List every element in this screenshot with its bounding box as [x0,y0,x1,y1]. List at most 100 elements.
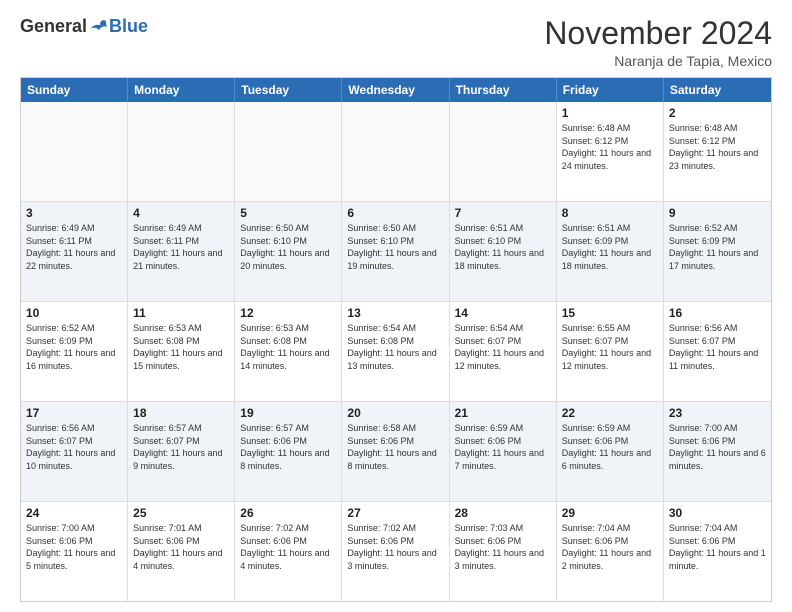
cal-cell-0-1 [128,102,235,201]
cal-cell-1-3: 6 Sunrise: 6:50 AMSunset: 6:10 PMDaylight… [342,202,449,301]
day-info: Sunrise: 6:51 AMSunset: 6:09 PMDaylight:… [562,222,658,272]
day-info: Sunrise: 6:50 AMSunset: 6:10 PMDaylight:… [347,222,443,272]
day-info: Sunrise: 6:54 AMSunset: 6:07 PMDaylight:… [455,322,551,372]
cal-cell-3-0: 17 Sunrise: 6:56 AMSunset: 6:07 PMDayligh… [21,402,128,501]
calendar-row-0: 1 Sunrise: 6:48 AMSunset: 6:12 PMDaylight… [21,102,771,202]
cal-cell-2-6: 16Sunrise: 6:56 AMSunset: 6:07 PMDayligh… [664,302,771,401]
header-day-friday: Friday [557,78,664,102]
day-number: 29 [562,506,658,520]
day-number: 19 [240,406,336,420]
day-number: 4 [133,206,229,220]
cal-cell-3-5: 22 Sunrise: 6:59 AMSunset: 6:06 PMDayligh… [557,402,664,501]
cal-cell-1-6: 9Sunrise: 6:52 AMSunset: 6:09 PMDaylight… [664,202,771,301]
day-info: Sunrise: 7:01 AMSunset: 6:06 PMDaylight:… [133,522,229,572]
day-number: 22 [562,406,658,420]
day-info: Sunrise: 6:48 AMSunset: 6:12 PMDaylight:… [562,122,658,172]
day-info: Sunrise: 6:54 AMSunset: 6:08 PMDaylight:… [347,322,443,372]
day-number: 24 [26,506,122,520]
cal-cell-1-1: 4 Sunrise: 6:49 AMSunset: 6:11 PMDaylight… [128,202,235,301]
cal-cell-1-2: 5 Sunrise: 6:50 AMSunset: 6:10 PMDaylight… [235,202,342,301]
cal-cell-4-3: 27 Sunrise: 7:02 AMSunset: 6:06 PMDayligh… [342,502,449,601]
calendar: SundayMondayTuesdayWednesdayThursdayFrid… [20,77,772,602]
header-day-tuesday: Tuesday [235,78,342,102]
day-info: Sunrise: 6:52 AMSunset: 6:09 PMDaylight:… [669,222,766,272]
title-section: November 2024 Naranja de Tapia, Mexico [544,16,772,69]
calendar-body: 1 Sunrise: 6:48 AMSunset: 6:12 PMDaylight… [21,102,771,601]
day-number: 20 [347,406,443,420]
calendar-header: SundayMondayTuesdayWednesdayThursdayFrid… [21,78,771,102]
logo: General Blue [20,16,148,37]
calendar-row-1: 3 Sunrise: 6:49 AMSunset: 6:11 PMDaylight… [21,202,771,302]
day-number: 6 [347,206,443,220]
cal-cell-4-5: 29 Sunrise: 7:04 AMSunset: 6:06 PMDayligh… [557,502,664,601]
header-day-monday: Monday [128,78,235,102]
cal-cell-4-1: 25Sunrise: 7:01 AMSunset: 6:06 PMDayligh… [128,502,235,601]
month-title: November 2024 [544,16,772,51]
cal-cell-2-3: 13Sunrise: 6:54 AMSunset: 6:08 PMDayligh… [342,302,449,401]
cal-cell-3-1: 18 Sunrise: 6:57 AMSunset: 6:07 PMDayligh… [128,402,235,501]
day-number: 8 [562,206,658,220]
logo-bird-icon [89,19,109,35]
day-info: Sunrise: 7:00 AMSunset: 6:06 PMDaylight:… [669,422,766,472]
day-number: 10 [26,306,122,320]
day-number: 30 [669,506,766,520]
day-info: Sunrise: 6:53 AMSunset: 6:08 PMDaylight:… [240,322,336,372]
cal-cell-4-4: 28 Sunrise: 7:03 AMSunset: 6:06 PMDayligh… [450,502,557,601]
cal-cell-2-1: 11Sunrise: 6:53 AMSunset: 6:08 PMDayligh… [128,302,235,401]
day-info: Sunrise: 6:56 AMSunset: 6:07 PMDaylight:… [26,422,122,472]
cal-cell-2-0: 10Sunrise: 6:52 AMSunset: 6:09 PMDayligh… [21,302,128,401]
calendar-row-2: 10Sunrise: 6:52 AMSunset: 6:09 PMDayligh… [21,302,771,402]
day-info: Sunrise: 7:04 AMSunset: 6:06 PMDaylight:… [562,522,658,572]
day-number: 5 [240,206,336,220]
header-day-wednesday: Wednesday [342,78,449,102]
cal-cell-2-5: 15 Sunrise: 6:55 AMSunset: 6:07 PMDayligh… [557,302,664,401]
cal-cell-1-5: 8 Sunrise: 6:51 AMSunset: 6:09 PMDaylight… [557,202,664,301]
day-info: Sunrise: 7:04 AMSunset: 6:06 PMDaylight:… [669,522,766,572]
cal-cell-3-2: 19 Sunrise: 6:57 AMSunset: 6:06 PMDayligh… [235,402,342,501]
day-number: 18 [133,406,229,420]
day-number: 23 [669,406,766,420]
cal-cell-0-3 [342,102,449,201]
cal-cell-4-0: 24 Sunrise: 7:00 AMSunset: 6:06 PMDayligh… [21,502,128,601]
day-number: 1 [562,106,658,120]
day-number: 15 [562,306,658,320]
cal-cell-0-0 [21,102,128,201]
day-info: Sunrise: 6:48 AMSunset: 6:12 PMDaylight:… [669,122,766,172]
header-day-saturday: Saturday [664,78,771,102]
day-number: 12 [240,306,336,320]
cal-cell-0-2 [235,102,342,201]
day-number: 16 [669,306,766,320]
day-number: 28 [455,506,551,520]
page: General Blue November 2024 Naranja de Ta… [0,0,792,612]
cal-cell-2-4: 14Sunrise: 6:54 AMSunset: 6:07 PMDayligh… [450,302,557,401]
day-info: Sunrise: 7:02 AMSunset: 6:06 PMDaylight:… [347,522,443,572]
day-info: Sunrise: 6:50 AMSunset: 6:10 PMDaylight:… [240,222,336,272]
header-day-sunday: Sunday [21,78,128,102]
day-info: Sunrise: 6:57 AMSunset: 6:06 PMDaylight:… [240,422,336,472]
day-info: Sunrise: 6:59 AMSunset: 6:06 PMDaylight:… [562,422,658,472]
calendar-row-4: 24 Sunrise: 7:00 AMSunset: 6:06 PMDayligh… [21,502,771,601]
day-info: Sunrise: 7:00 AMSunset: 6:06 PMDaylight:… [26,522,122,572]
day-number: 7 [455,206,551,220]
day-number: 26 [240,506,336,520]
cal-cell-4-6: 30 Sunrise: 7:04 AMSunset: 6:06 PMDayligh… [664,502,771,601]
cal-cell-2-2: 12 Sunrise: 6:53 AMSunset: 6:08 PMDayligh… [235,302,342,401]
day-info: Sunrise: 7:02 AMSunset: 6:06 PMDaylight:… [240,522,336,572]
day-number: 3 [26,206,122,220]
cal-cell-1-4: 7Sunrise: 6:51 AMSunset: 6:10 PMDaylight… [450,202,557,301]
day-info: Sunrise: 6:49 AMSunset: 6:11 PMDaylight:… [133,222,229,272]
day-info: Sunrise: 6:55 AMSunset: 6:07 PMDaylight:… [562,322,658,372]
day-number: 17 [26,406,122,420]
logo-general-text: General [20,16,87,37]
location: Naranja de Tapia, Mexico [544,53,772,69]
cal-cell-3-6: 23 Sunrise: 7:00 AMSunset: 6:06 PMDayligh… [664,402,771,501]
day-number: 27 [347,506,443,520]
day-info: Sunrise: 6:57 AMSunset: 6:07 PMDaylight:… [133,422,229,472]
cal-cell-1-0: 3Sunrise: 6:49 AMSunset: 6:11 PMDaylight… [21,202,128,301]
day-info: Sunrise: 6:58 AMSunset: 6:06 PMDaylight:… [347,422,443,472]
header: General Blue November 2024 Naranja de Ta… [20,16,772,69]
calendar-row-3: 17 Sunrise: 6:56 AMSunset: 6:07 PMDayligh… [21,402,771,502]
day-info: Sunrise: 7:03 AMSunset: 6:06 PMDaylight:… [455,522,551,572]
cal-cell-3-4: 21Sunrise: 6:59 AMSunset: 6:06 PMDayligh… [450,402,557,501]
header-day-thursday: Thursday [450,78,557,102]
